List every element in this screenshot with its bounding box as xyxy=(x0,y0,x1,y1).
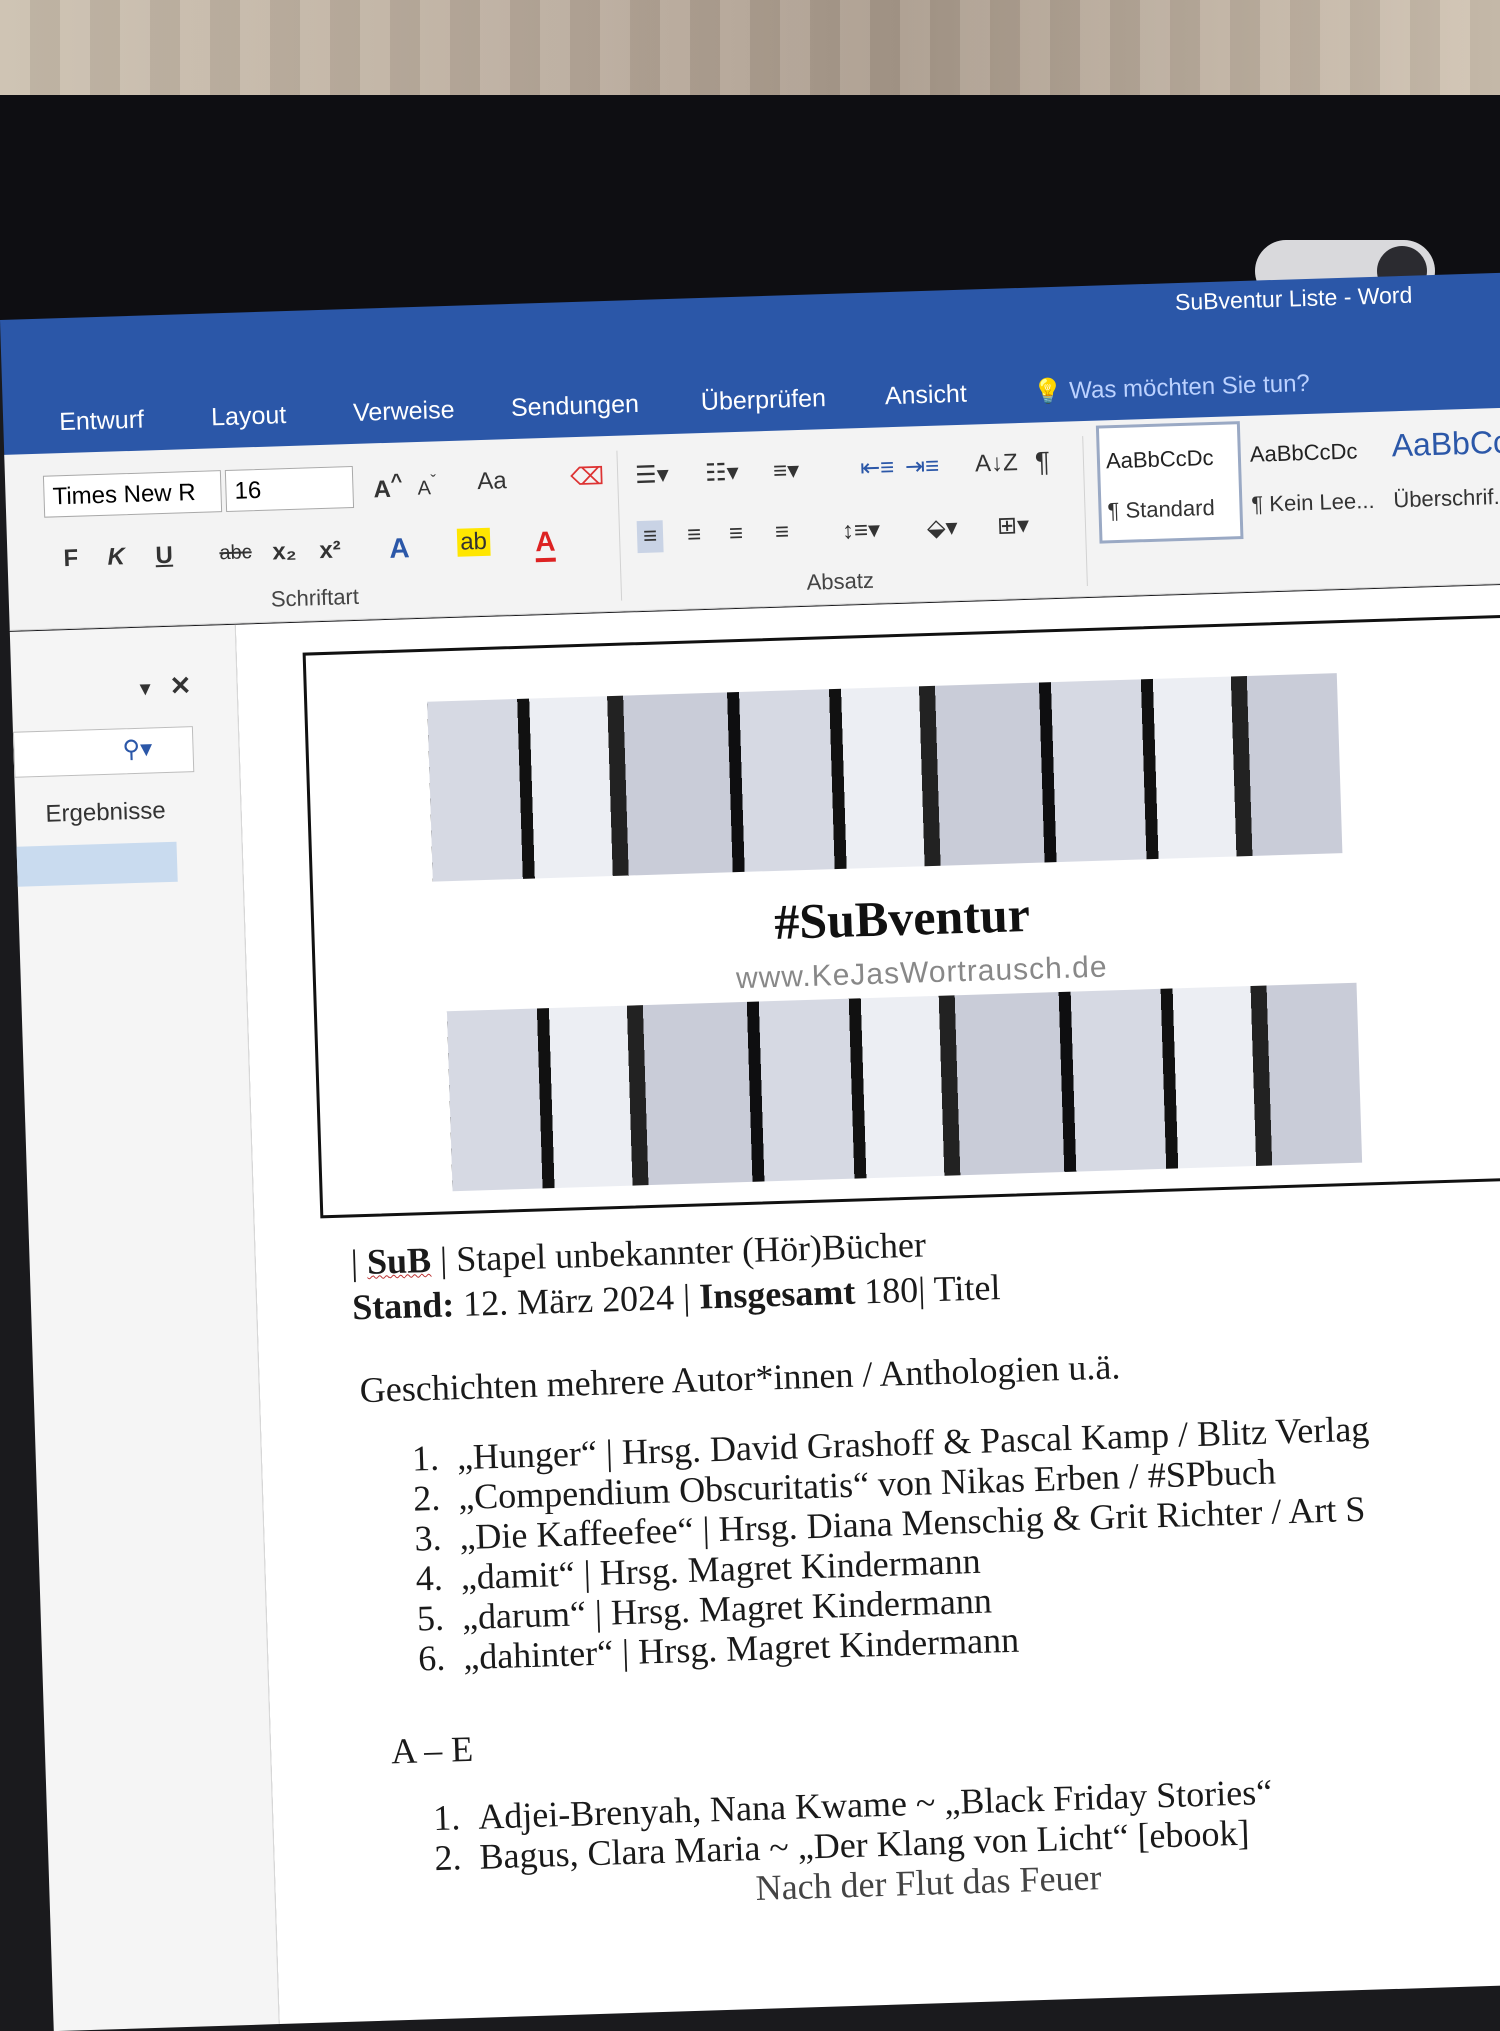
lightbulb-icon: 💡 xyxy=(1032,377,1064,406)
subscript-button[interactable]: x₂ xyxy=(272,538,297,567)
font-size-box[interactable]: 16 xyxy=(224,465,355,512)
tab-sendungen[interactable]: Sendungen xyxy=(511,390,640,423)
align-left-icon[interactable]: ≡ xyxy=(636,520,664,554)
window-title: SuBventur Liste - Word xyxy=(1174,281,1413,316)
bold-button[interactable]: F xyxy=(63,545,79,573)
clear-format-icon[interactable]: ⌫ xyxy=(570,462,605,492)
books-photo-bottom xyxy=(446,982,1363,1192)
search-icon[interactable]: ⚲▾ xyxy=(122,734,153,764)
word-window: SuBventur Liste - Word Entwurf Layout Ve… xyxy=(0,272,1500,2031)
numbering-icon[interactable]: ☷▾ xyxy=(705,458,739,488)
group-label-font: Schriftart xyxy=(270,583,360,612)
total-label: Insgesamt xyxy=(698,1271,856,1317)
shrink-font-icon[interactable]: Aˇ xyxy=(417,471,437,500)
document-page: #SuBventur www.KeJasWortrausch.de | SuB … xyxy=(235,583,1500,2025)
banner-hashtag: #SuBventur xyxy=(773,885,1031,950)
tell-me-label: Was möchten Sie tun? xyxy=(1068,369,1311,405)
align-right-icon[interactable]: ≡ xyxy=(729,520,744,548)
strikethrough-button[interactable]: abc xyxy=(219,541,252,565)
font-name-box[interactable]: Times New R xyxy=(42,470,223,518)
group-label-paragraph: Absatz xyxy=(806,567,875,595)
tell-me-box[interactable]: 💡 Was möchten Sie tun? xyxy=(1032,369,1310,407)
underline-button[interactable]: U xyxy=(155,542,173,571)
stand-label: Stand: xyxy=(351,1284,455,1328)
grow-font-icon[interactable]: A^ xyxy=(373,470,403,504)
bullets-icon[interactable]: ☰▾ xyxy=(635,460,669,490)
style-preview: AaBbCcDc xyxy=(1249,438,1358,467)
header-frame: #SuBventur www.KeJasWortrausch.de xyxy=(302,612,1500,1219)
text-effects-icon[interactable]: A xyxy=(389,532,410,565)
borders-icon[interactable]: ⊞▾ xyxy=(997,511,1030,541)
shading-icon[interactable]: ⬙▾ xyxy=(927,513,958,543)
increase-indent-icon[interactable]: ⇥≡ xyxy=(905,452,940,482)
italic-button[interactable]: K xyxy=(107,543,125,572)
line-spacing-icon[interactable]: ↕≡▾ xyxy=(842,515,881,545)
total-count: 180 xyxy=(863,1269,919,1312)
results-highlight xyxy=(16,841,178,887)
style-standard[interactable]: AaBbCcDc ¶ Standard xyxy=(1095,421,1244,544)
books-photo-top xyxy=(427,673,1343,882)
stand-date: 12. März 2024 xyxy=(462,1277,675,1324)
font-color-icon[interactable]: A xyxy=(534,525,557,563)
total-unit: Titel xyxy=(933,1267,1002,1310)
background-wall xyxy=(0,0,1500,100)
section-heading-anthologies: Geschichten mehrere Autor*innen / Anthol… xyxy=(359,1346,1121,1411)
results-tab[interactable]: Ergebnisse xyxy=(45,797,166,829)
sub-word: SuB xyxy=(366,1239,432,1282)
tab-ueberpruefen[interactable]: Überprüfen xyxy=(700,384,826,417)
change-case-button[interactable]: Aa xyxy=(477,467,507,496)
style-no-spacing[interactable]: AaBbCcDc ¶ Kein Lee... xyxy=(1242,417,1386,535)
style-preview: AaBbCc xyxy=(1391,423,1500,464)
search-input[interactable]: ⚲▾ xyxy=(12,726,195,778)
tab-layout[interactable]: Layout xyxy=(211,401,287,432)
style-name: Überschrif... xyxy=(1392,483,1500,513)
style-preview: AaBbCcDc xyxy=(1105,444,1214,474)
multilevel-list-icon[interactable]: ≡▾ xyxy=(773,456,800,486)
style-name: ¶ Standard xyxy=(1107,494,1216,524)
align-center-icon[interactable]: ≡ xyxy=(687,521,702,549)
close-icon[interactable]: ✕ xyxy=(169,670,192,702)
section-heading-a-e: A – E xyxy=(390,1728,474,1772)
ribbon-separator xyxy=(1082,436,1088,586)
superscript-button[interactable]: x² xyxy=(319,536,341,565)
chevron-down-icon[interactable]: ▾ xyxy=(139,675,151,701)
tab-verweise[interactable]: Verweise xyxy=(353,396,455,428)
banner-image: #SuBventur www.KeJasWortrausch.de xyxy=(427,650,1452,1192)
pilcrow-button[interactable]: ¶ xyxy=(1034,446,1050,478)
style-heading[interactable]: AaBbCc Überschrif... xyxy=(1384,412,1500,530)
tab-entwurf[interactable]: Entwurf xyxy=(59,406,145,438)
banner-url: www.KeJasWortrausch.de xyxy=(735,950,1108,996)
style-name: ¶ Kein Lee... xyxy=(1251,487,1375,517)
decrease-indent-icon[interactable]: ⇤≡ xyxy=(860,453,895,483)
navigation-pane: ▾ ✕ ⚲▾ Ergebnisse xyxy=(9,624,280,2031)
highlight-icon[interactable]: ab xyxy=(456,527,491,557)
sort-button[interactable]: A↓Z xyxy=(975,449,1019,478)
ribbon-separator xyxy=(616,450,623,601)
tab-ansicht[interactable]: Ansicht xyxy=(884,380,967,412)
justify-icon[interactable]: ≡ xyxy=(775,518,790,546)
